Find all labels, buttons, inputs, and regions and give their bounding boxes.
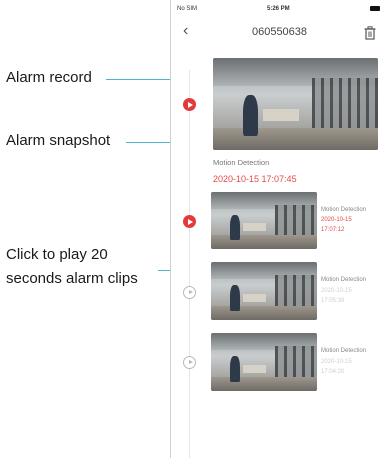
record-thumbnail[interactable] — [211, 333, 317, 391]
record-event-type: Motion Detection — [321, 348, 367, 354]
page-title: 060550638 — [251, 26, 308, 38]
alarm-snapshot-label: Alarm snapshot — [6, 132, 111, 149]
battery-icon — [370, 6, 380, 11]
record-date: 2020-10-15 — [321, 288, 352, 294]
record-time: 17:05:39 — [321, 298, 345, 304]
record-time: 17:07:12 — [321, 227, 345, 233]
record-thumbnail[interactable] — [211, 262, 317, 320]
record-play-icon[interactable] — [183, 286, 196, 299]
clock: 5:26 PM — [267, 6, 290, 12]
record-play-icon[interactable] — [183, 215, 196, 228]
play-clips-label-line1: Click to play 20 — [6, 246, 108, 263]
carrier-label: No SIM — [177, 6, 198, 12]
record-date: 2020-10-15 — [321, 217, 352, 223]
status-bar: No SIM 5:26 PM — [171, 0, 387, 18]
alarm-record-play-icon[interactable] — [183, 98, 196, 111]
record-time: 17:04:20 — [321, 369, 345, 375]
record-play-icon[interactable] — [183, 356, 196, 369]
record-date: 2020-10-15 — [321, 359, 352, 365]
featured-event-type: Motion Detection — [213, 158, 270, 167]
featured-event-datetime: 2020-10-15 17:07:45 — [213, 174, 297, 184]
nav-bar: ‹ 060550638 — [171, 20, 387, 46]
alarm-snapshot[interactable] — [213, 58, 378, 150]
record-event-type: Motion Detection — [321, 277, 367, 283]
record-thumbnail[interactable] — [211, 192, 317, 249]
play-clips-label-line2: seconds alarm clips — [6, 270, 138, 287]
trash-icon[interactable] — [364, 26, 376, 40]
phone-screen: No SIM 5:26 PM ‹ 060550638 Motion Detect… — [170, 0, 387, 458]
timeline-line — [189, 70, 190, 458]
record-event-type: Motion Detection — [321, 207, 367, 213]
alarm-record-label: Alarm record — [6, 69, 92, 86]
